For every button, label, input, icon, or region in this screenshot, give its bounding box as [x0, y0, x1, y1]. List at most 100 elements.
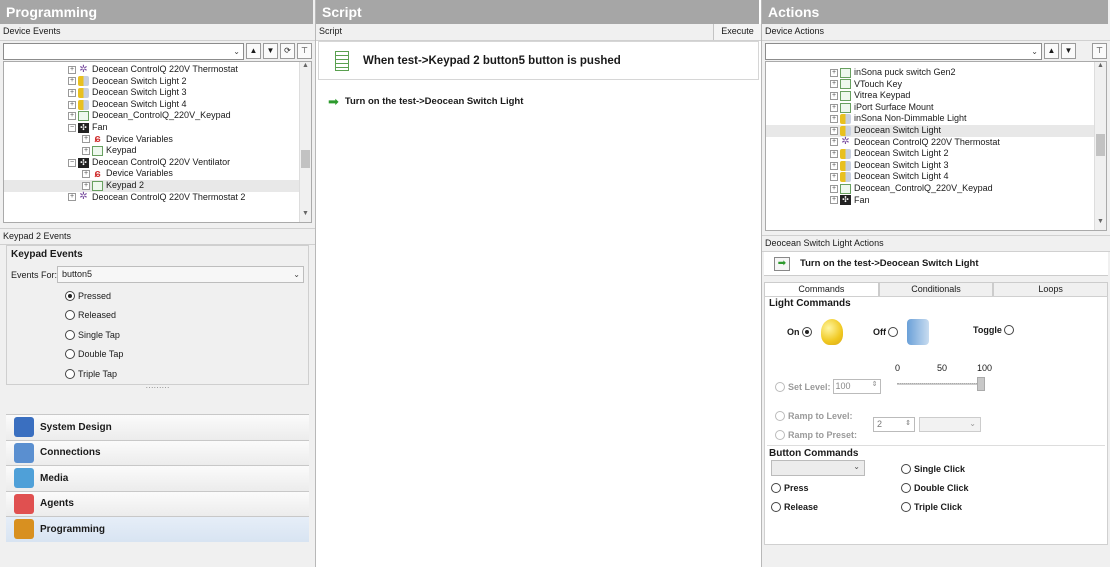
event-radio[interactable]: [65, 329, 75, 340]
event-option[interactable]: Double Tap: [65, 345, 308, 365]
event-radio[interactable]: [65, 290, 75, 301]
scroll-down-icon[interactable]: ▼: [1095, 218, 1106, 230]
on-radio[interactable]: [801, 327, 812, 337]
button-select[interactable]: ⌄: [771, 460, 865, 476]
tree-item[interactable]: + ✣ Fan: [766, 195, 1106, 207]
event-radio[interactable]: [65, 368, 75, 379]
event-option[interactable]: Pressed: [65, 286, 308, 306]
previous-button[interactable]: ▲: [1044, 43, 1059, 59]
expand-toggle-icon[interactable]: +: [82, 146, 90, 155]
next-button[interactable]: ▼: [263, 43, 278, 59]
scroll-up-icon[interactable]: ▲: [1095, 62, 1106, 74]
release-option[interactable]: Release: [771, 502, 818, 512]
expand-toggle-icon[interactable]: +: [830, 196, 838, 205]
tree-item[interactable]: + ɕ Device Variables: [4, 168, 311, 180]
level-slider[interactable]: 0 50 100: [895, 363, 995, 401]
expand-toggle-icon[interactable]: +: [830, 149, 838, 158]
expand-toggle-icon[interactable]: +: [68, 112, 76, 121]
expand-toggle-icon[interactable]: +: [830, 91, 838, 100]
slider-thumb[interactable]: [977, 377, 985, 391]
selected-action-row[interactable]: ➡ Turn on the test->Deocean Switch Light: [764, 252, 1108, 276]
release-radio[interactable]: [771, 502, 781, 512]
expand-toggle-icon[interactable]: +: [68, 100, 76, 109]
triple-click-option[interactable]: Triple Click: [901, 502, 962, 512]
expand-toggle-icon[interactable]: +: [68, 193, 76, 202]
tree-item[interactable]: + Deocean Switch Light 4: [766, 171, 1106, 183]
nav-item[interactable]: Agents: [6, 490, 309, 516]
tree-item[interactable]: + inSona Non-Dimmable Light: [766, 113, 1106, 125]
filter-icon[interactable]: ⊤: [297, 43, 312, 59]
tree-item[interactable]: − ✣ Deocean ControlQ 220V Ventilator: [4, 157, 311, 169]
scroll-down-icon[interactable]: ▼: [300, 210, 311, 222]
tree-item[interactable]: + ✲ Deocean ControlQ 220V Thermostat 2: [4, 192, 311, 204]
tree-item[interactable]: + Deocean Switch Light 2: [4, 76, 311, 88]
ramp-to-level-radio[interactable]: [775, 411, 785, 421]
expand-toggle-icon[interactable]: +: [82, 170, 90, 179]
tree-item[interactable]: + Deocean Switch Light 3: [4, 87, 311, 99]
chevron-down-icon[interactable]: ⌄: [293, 270, 300, 279]
execute-button[interactable]: Execute: [713, 24, 761, 40]
tree-scrollbar[interactable]: ▲ ▼: [1094, 62, 1106, 230]
tree-item[interactable]: + Deocean Switch Light 2: [766, 148, 1106, 160]
event-option[interactable]: Released: [65, 306, 308, 326]
device-actions-tree[interactable]: + inSona puck switch Gen2 + VTouch Key + Vitr…: [765, 61, 1107, 231]
set-level-option[interactable]: Set Level: 100 ⇕: [775, 379, 881, 394]
ramp-value-input[interactable]: 2 ⇕: [873, 417, 915, 432]
tree-item[interactable]: + ✲ Deocean ControlQ 220V Thermostat: [4, 64, 311, 76]
off-radio[interactable]: [888, 327, 898, 337]
double-click-option[interactable]: Double Click: [901, 483, 969, 493]
expand-toggle-icon[interactable]: +: [68, 88, 76, 97]
expand-toggle-icon[interactable]: −: [68, 123, 76, 132]
set-level-input[interactable]: 100 ⇕: [832, 379, 881, 394]
tree-item[interactable]: + Deocean_ControlQ_220V_Keypad: [4, 110, 311, 122]
expand-toggle-icon[interactable]: +: [830, 80, 838, 89]
scroll-thumb[interactable]: [1096, 134, 1105, 156]
ramp-preset-select[interactable]: ⌄: [919, 417, 981, 432]
scroll-up-icon[interactable]: ▲: [300, 62, 311, 74]
chevron-down-icon[interactable]: ⌄: [969, 419, 976, 428]
expand-toggle-icon[interactable]: +: [830, 161, 838, 170]
slider-track[interactable]: [897, 383, 985, 385]
tree-item[interactable]: + Keypad: [4, 145, 311, 157]
device-actions-search-combo[interactable]: ⌄: [765, 42, 1042, 60]
on-option[interactable]: On: [787, 319, 843, 345]
toggle-radio[interactable]: [1003, 325, 1014, 335]
expand-toggle-icon[interactable]: +: [830, 115, 838, 124]
tree-scrollbar[interactable]: ▲ ▼: [299, 62, 311, 222]
single-click-radio[interactable]: [901, 464, 911, 474]
expand-toggle-icon[interactable]: +: [830, 68, 838, 77]
tree-item[interactable]: + Deocean Switch Light 3: [766, 160, 1106, 172]
tree-item[interactable]: + Vitrea Keypad: [766, 90, 1106, 102]
off-option[interactable]: Off: [873, 319, 929, 345]
tree-item[interactable]: + Deocean Switch Light 4: [4, 99, 311, 111]
tree-item[interactable]: − ✣ Fan: [4, 122, 311, 134]
splitter-grip[interactable]: ·········: [0, 384, 315, 393]
expand-toggle-icon[interactable]: +: [82, 181, 90, 190]
tree-item[interactable]: + VTouch Key: [766, 79, 1106, 91]
tree-item[interactable]: + Deocean Switch Light: [766, 124, 1106, 137]
scroll-thumb[interactable]: [301, 150, 310, 168]
tree-item[interactable]: + ɕ Device Variables: [4, 134, 311, 146]
chevron-down-icon[interactable]: ⌄: [1031, 47, 1038, 56]
press-radio[interactable]: [771, 483, 781, 493]
toggle-option[interactable]: Toggle: [973, 325, 1017, 335]
tree-item[interactable]: + Keypad 2: [4, 179, 311, 192]
device-events-tree[interactable]: + ✲ Deocean ControlQ 220V Thermostat + Deoce…: [3, 61, 312, 223]
script-action[interactable]: ➡ Turn on the test->Deocean Switch Light: [316, 95, 761, 108]
event-option[interactable]: Triple Tap: [65, 364, 308, 384]
nav-item[interactable]: System Design: [6, 414, 309, 440]
ramp-to-preset-option[interactable]: Ramp to Preset:: [775, 430, 857, 440]
press-option[interactable]: Press: [771, 483, 809, 493]
spinner-icon[interactable]: ⇕: [872, 380, 878, 388]
ramp-to-preset-radio[interactable]: [775, 430, 785, 440]
set-level-radio[interactable]: [775, 381, 785, 392]
refresh-icon[interactable]: ⟳: [280, 43, 295, 59]
expand-toggle-icon[interactable]: −: [68, 158, 76, 167]
tree-item[interactable]: + iPort Surface Mount: [766, 102, 1106, 114]
tree-item[interactable]: + Deocean_ControlQ_220V_Keypad: [766, 183, 1106, 195]
expand-toggle-icon[interactable]: +: [830, 184, 838, 193]
expand-toggle-icon[interactable]: +: [68, 65, 76, 74]
previous-button[interactable]: ▲: [246, 43, 261, 59]
nav-item[interactable]: Connections: [6, 439, 309, 465]
event-option[interactable]: Single Tap: [65, 325, 308, 345]
